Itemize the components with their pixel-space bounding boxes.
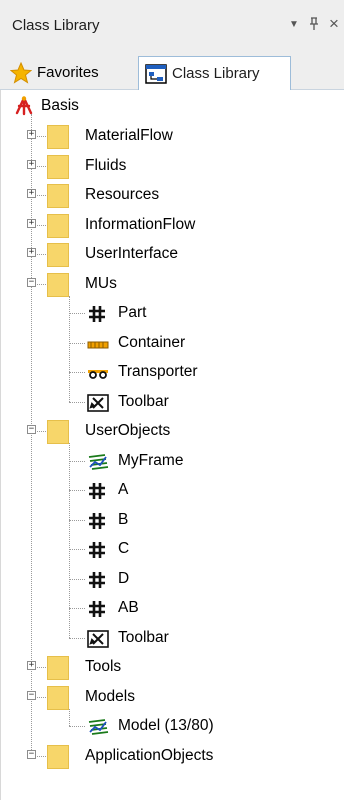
tree-class-item[interactable]: B: [1, 506, 341, 534]
part-grid-icon: [87, 511, 107, 531]
part-grid-icon: [87, 570, 107, 590]
tree-class-item[interactable]: Model (13/80): [1, 712, 341, 740]
tab-class-library-label: Class Library: [172, 65, 260, 82]
tree-folder-item[interactable]: + Tools: [1, 653, 341, 681]
tree-item-label: A: [118, 481, 129, 498]
collapse-icon[interactable]: −: [27, 425, 36, 434]
folder-icon: [47, 420, 69, 444]
folder-icon: [47, 243, 69, 267]
tab-strip: Favorites Class Library: [0, 50, 344, 90]
part-grid-icon: [87, 481, 107, 501]
tree-item-label: C: [118, 540, 130, 557]
tree-root-basis[interactable]: Basis: [1, 92, 341, 120]
tree-item-label: Toolbar: [118, 392, 169, 410]
tree-item-label: B: [118, 510, 129, 528]
tree-folder-item[interactable]: + MaterialFlow: [1, 122, 341, 150]
tree-folder-item[interactable]: + UserInterface: [1, 240, 341, 268]
class-library-tree: Basis + MaterialFlow + Fluids + Resources + Inf…: [0, 90, 344, 800]
toolbar-icon: [87, 393, 109, 413]
folder-icon: [47, 154, 69, 179]
tree-folder-item[interactable]: − Models: [1, 683, 341, 711]
tree-item-label: Resources: [85, 186, 160, 203]
tree-item-label: UserObjects: [85, 422, 171, 439]
expand-icon[interactable]: +: [27, 159, 36, 169]
tree-class-item[interactable]: AB: [1, 594, 341, 622]
tree-item-label: Part: [118, 304, 147, 321]
folder-icon: [47, 213, 69, 238]
folder-icon: [47, 685, 69, 710]
tree-item-label: AB: [118, 599, 139, 616]
tree-class-item[interactable]: A: [1, 476, 341, 504]
tree-class-item[interactable]: Part: [1, 299, 341, 327]
tree-item-label: ApplicationObjects: [85, 746, 214, 764]
tree-item-label: Tools: [85, 658, 122, 675]
tree-folder-item[interactable]: + Fluids: [1, 152, 341, 180]
tree-class-item[interactable]: C: [1, 535, 341, 563]
tree-item-label: Transporter: [118, 363, 198, 380]
tree-class-item[interactable]: Toolbar: [1, 624, 341, 652]
expand-icon[interactable]: +: [27, 130, 36, 139]
panel-titlebar: Class Library ▼ ×: [0, 0, 344, 50]
tree-folder-item[interactable]: − MUs: [1, 270, 341, 298]
container-icon: [87, 334, 109, 354]
tree-item-label: UserInterface: [85, 245, 179, 262]
tree-item-label: Model (13/80): [118, 717, 214, 734]
toolbar-icon: [87, 629, 109, 649]
tree-folder-item[interactable]: − UserObjects: [1, 417, 341, 445]
tree-folder-item[interactable]: − ApplicationObjects: [1, 742, 341, 770]
tree-item-label: MUs: [85, 274, 117, 292]
tab-favorites-label: Favorites: [37, 64, 99, 81]
tree-root-label: Basis: [41, 97, 79, 114]
tree-folder-item[interactable]: + Resources: [1, 181, 341, 209]
tree-item-label: D: [118, 569, 130, 587]
folder-icon: [47, 744, 69, 769]
tree-class-item[interactable]: Transporter: [1, 358, 341, 386]
tree-class-item[interactable]: D: [1, 565, 341, 593]
folder-icon: [47, 272, 69, 297]
frame-icon: [87, 452, 109, 472]
tree-item-label: Toolbar: [118, 628, 169, 646]
expand-icon[interactable]: +: [27, 248, 36, 257]
part-grid-icon: [87, 540, 107, 560]
tree-folder-item[interactable]: + InformationFlow: [1, 211, 341, 239]
tab-favorites[interactable]: Favorites: [4, 56, 134, 89]
tree-class-item[interactable]: MyFrame: [1, 447, 341, 475]
collapse-icon[interactable]: −: [27, 690, 36, 700]
collapse-icon[interactable]: −: [27, 277, 36, 287]
class-library-icon: [145, 63, 167, 85]
frame-icon: [87, 717, 109, 737]
tree-class-item[interactable]: Container: [1, 329, 341, 357]
folder-icon: [47, 125, 69, 149]
tree-item-label: Models: [85, 687, 135, 705]
expand-icon[interactable]: +: [27, 661, 36, 670]
tree-item-label: Container: [118, 333, 186, 351]
folder-icon: [47, 184, 69, 208]
star-icon: [9, 61, 33, 84]
pin-icon[interactable]: [304, 14, 324, 34]
expand-icon[interactable]: +: [27, 189, 36, 198]
expand-icon[interactable]: +: [27, 218, 36, 228]
part-grid-icon: [87, 599, 107, 619]
collapse-icon[interactable]: −: [27, 749, 36, 759]
tree-item-label: InformationFlow: [85, 215, 196, 233]
tree-item-label: MyFrame: [118, 451, 184, 469]
folder-icon: [47, 656, 69, 680]
transporter-icon: [87, 363, 108, 383]
part-grid-icon: [87, 304, 107, 324]
tree-class-item[interactable]: Toolbar: [1, 388, 341, 416]
panel-menu-dropdown-icon[interactable]: ▼: [284, 14, 304, 34]
tab-class-library[interactable]: Class Library: [138, 56, 291, 90]
tree-item-label: MaterialFlow: [85, 127, 173, 144]
tree-item-label: Fluids: [85, 156, 127, 174]
close-icon[interactable]: ×: [324, 14, 344, 34]
panel-title: Class Library: [12, 17, 100, 34]
